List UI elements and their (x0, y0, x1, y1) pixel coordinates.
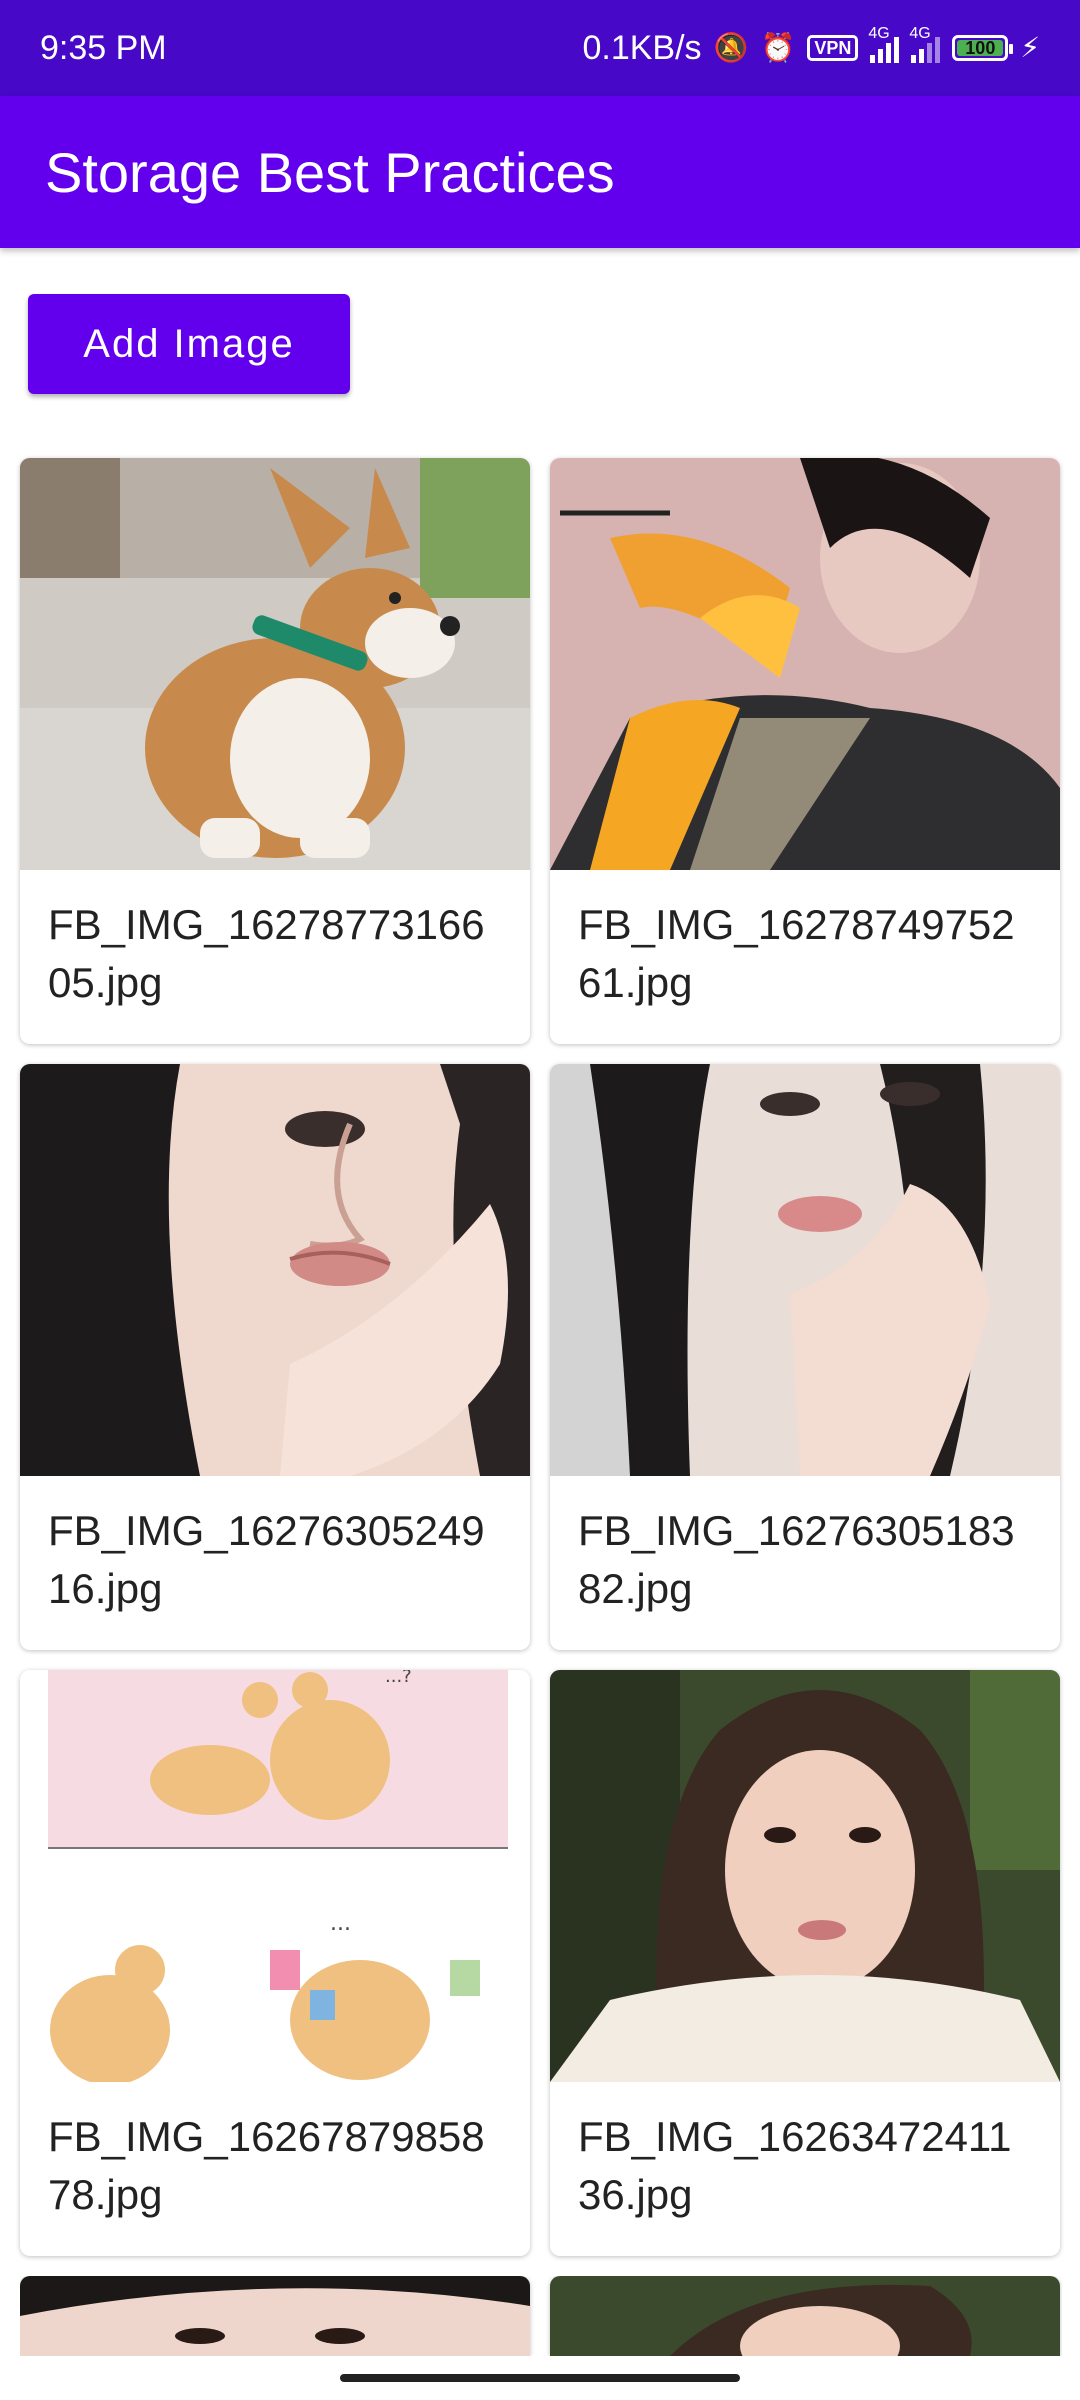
network-type: 4G (868, 25, 890, 42)
battery-level: 100 (965, 37, 996, 58)
mute-icon: 🔕 (713, 32, 749, 63)
status-icons: 0.1KB/s 🔕 ⏰ VPN 4G 4G 100 ⚡ (582, 25, 1040, 68)
image-name: FB_IMG_1627874975261.jpg (578, 901, 1015, 1006)
network-type: 4G (909, 25, 931, 42)
add-image-button[interactable]: Add Image (28, 294, 350, 394)
image-card[interactable]: FB_IMG_1627630524916.jpg (20, 1064, 530, 1650)
image-thumbnail (550, 458, 1060, 870)
app-bar: Storage Best Practices (0, 96, 1080, 248)
image-thumbnail (550, 2276, 1060, 2356)
image-thumbnail (550, 1064, 1060, 1476)
home-indicator[interactable] (340, 2374, 740, 2382)
image-card[interactable]: ...? ... FB_IMG_1626787985878.jpg (20, 1670, 530, 2256)
svg-text:...?: ...? (385, 1670, 412, 1687)
image-thumbnail (550, 1670, 1060, 2082)
image-thumbnail: ...? ... (20, 1670, 530, 2082)
image-card[interactable]: FB_IMG_1627874975261.jpg (550, 458, 1060, 1044)
image-card[interactable] (20, 2276, 530, 2356)
image-card[interactable]: FB_IMG_1627630518382.jpg (550, 1064, 1060, 1650)
signal-icon: 4G (868, 25, 900, 63)
image-thumbnail (20, 458, 530, 870)
charging-icon: ⚡ (1020, 32, 1040, 63)
image-grid-next-row (20, 2276, 1062, 2356)
app-title: Storage Best Practices (45, 140, 615, 204)
net-speed: 0.1KB/s (582, 28, 702, 67)
image-card[interactable] (550, 2276, 1060, 2356)
signal-icon: 4G (909, 25, 941, 63)
navigation-bar (0, 2356, 1080, 2400)
status-bar: 9:35 PM 0.1KB/s 🔕 ⏰ VPN 4G 4G 100 ⚡ (0, 0, 1080, 96)
image-name: FB_IMG_1626347241136.jpg (578, 2113, 1012, 2218)
image-card[interactable]: FB_IMG_1627877316605.jpg (20, 458, 530, 1044)
status-time: 9:35 PM (40, 28, 167, 67)
image-card[interactable]: FB_IMG_1626347241136.jpg (550, 1670, 1060, 2256)
vpn-icon: VPN (807, 35, 859, 61)
image-name: FB_IMG_1626787985878.jpg (48, 2113, 485, 2218)
alarm-icon: ⏰ (760, 32, 796, 63)
image-name: FB_IMG_1627630524916.jpg (48, 1507, 485, 1612)
image-name: FB_IMG_1627877316605.jpg (48, 901, 485, 1006)
image-grid: FB_IMG_1627877316605.jpg FB_IMG_16278749… (20, 458, 1062, 2256)
image-name: FB_IMG_1627630518382.jpg (578, 1507, 1015, 1612)
svg-text:...: ... (330, 1911, 351, 1936)
image-thumbnail (20, 1064, 530, 1476)
image-thumbnail (20, 2276, 530, 2356)
battery-icon: 100 (952, 35, 1014, 61)
